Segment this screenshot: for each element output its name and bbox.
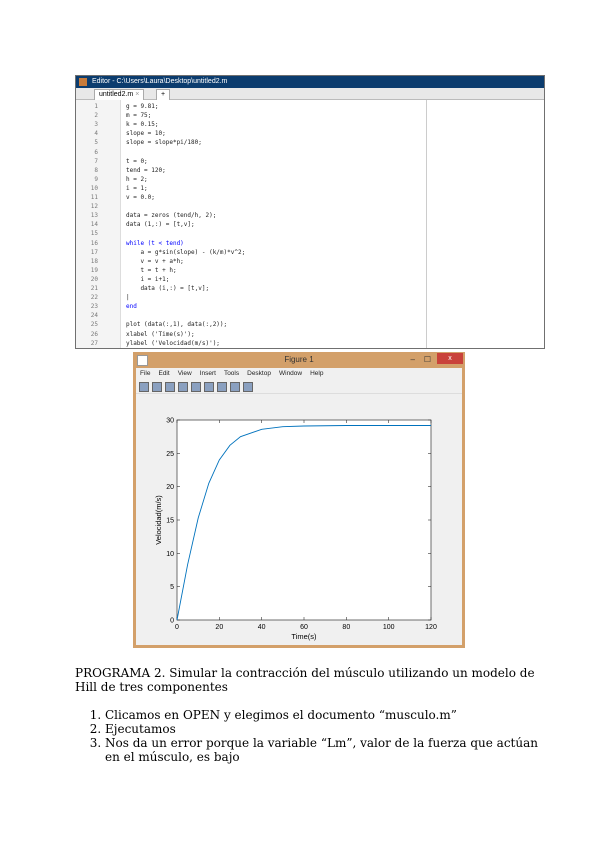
document-text: PROGRAMA 2. Simular la contracción del m… [75, 666, 545, 764]
line-number: 21 [90, 285, 98, 292]
steps-list: Clicamos en OPEN y elegimos el documento… [75, 708, 545, 764]
code-line: xlabel ('Time(s)'); [126, 330, 195, 338]
code-line: a = g*sin(slope) - (k/m)*v^2; [126, 248, 246, 256]
editor-icon [79, 78, 87, 86]
code-line: t = 0; [126, 157, 148, 165]
x-tick-label: 20 [215, 624, 223, 631]
figure-title: Figure 1 [284, 355, 314, 364]
line-number: 14 [90, 221, 98, 229]
code-line: h = 2; [126, 175, 148, 183]
code-area[interactable]: 1 g = 9.81; 2 m = 75; 3 k = 0.15; 4 slope = 10;… [76, 100, 544, 348]
line-number: 17 [90, 248, 98, 256]
code-line: g = 9.81; [126, 103, 159, 110]
code-line: tend = 120; [126, 166, 166, 174]
x-tick-label: 100 [383, 624, 395, 631]
document-page: Editor - C:\Users\Laura\Desktop\untitled… [0, 0, 600, 848]
line-number: 12 [90, 203, 98, 211]
tab-label: untitled2.m [99, 91, 134, 98]
line-number: 4 [94, 130, 98, 138]
list-item: Nos da un error porque la variable “Lm”,… [105, 736, 545, 764]
code-line: slope = 10; [126, 130, 166, 138]
code-line: data = zeros (tend/h, 2); [126, 212, 217, 220]
close-icon[interactable]: × [135, 91, 139, 98]
pane-divider [426, 100, 427, 348]
new-tab-button[interactable]: + [156, 89, 171, 100]
code-line: slope = slope*pi/180; [126, 139, 202, 147]
line-number: 22 [90, 294, 98, 302]
x-tick-label: 0 [175, 624, 179, 631]
editor-title: Editor - C:\Users\Laura\Desktop\untitled… [92, 78, 228, 85]
line-number: 13 [90, 212, 98, 220]
code-line: v = 0.0; [126, 194, 155, 201]
figure-content: File Edit View Insert Tools Desktop Window Help… [136, 368, 462, 645]
y-tick-label: 15 [166, 518, 174, 525]
line-number: 26 [90, 330, 98, 338]
code-line: data (i,:) = [t,v]; [126, 285, 210, 292]
line-number: 9 [94, 175, 98, 183]
line-number: 2 [94, 112, 98, 120]
line-number: 11 [90, 194, 98, 201]
line-number: 7 [94, 157, 98, 165]
code-line: i = 1; [126, 184, 148, 192]
code-line: m = 75; [126, 112, 152, 120]
matlab-editor-screenshot: Editor - C:\Users\Laura\Desktop\untitled… [75, 75, 545, 349]
maximize-button[interactable]: ☐ [424, 352, 431, 368]
tab-untitled2[interactable]: untitled2.m × [94, 89, 145, 100]
close-button[interactable]: x [437, 353, 463, 364]
line-number: 6 [94, 148, 98, 156]
velocity-plot: 0 20 40 60 80 100 120 0 5 10 15 20 25 30 Time(s) Veloci… [154, 418, 437, 642]
line-number: 15 [90, 230, 98, 238]
line-number: 25 [90, 321, 98, 329]
section-heading: PROGRAMA 2. Simular la contracción del m… [75, 666, 535, 694]
list-item: Clicamos en OPEN y elegimos el documento… [105, 708, 545, 722]
y-tick-label: 10 [166, 551, 174, 558]
line-number: 24 [90, 312, 98, 320]
line-number: 1 [94, 103, 98, 110]
code-line: ylabel ('Velocidad(m/s)'); [126, 339, 220, 347]
figure-title-bar: Figure 1 – ☐ x [133, 352, 465, 368]
x-tick-label: 120 [425, 624, 437, 631]
x-tick-label: 80 [342, 624, 350, 631]
figure-icon [137, 355, 148, 366]
code-line: end [126, 303, 137, 311]
code-line: v = v + a*h; [126, 257, 184, 265]
line-number: 8 [94, 166, 98, 174]
y-axis-label: Velocidad(m/s) [154, 495, 163, 545]
y-tick-label: 20 [166, 484, 174, 491]
matlab-figure-window: Figure 1 – ☐ x File Edit View Insert Tools De… [133, 352, 465, 648]
code-line: | [126, 294, 130, 302]
y-tick-label: 30 [166, 418, 174, 425]
line-number: 20 [90, 275, 98, 283]
code-line: plot (data(:,1), data(:,2)); [126, 321, 228, 329]
y-tick-label: 25 [166, 451, 174, 458]
line-number: 10 [90, 184, 98, 192]
code-line: data (1,:) = [t,v]; [126, 221, 195, 229]
editor-tabs: untitled2.m × + [76, 88, 544, 100]
x-tick-label: 40 [258, 624, 266, 631]
minimize-button[interactable]: – [411, 352, 415, 368]
x-axis-label: Time(s) [291, 632, 317, 641]
x-tick-label: 60 [300, 624, 308, 631]
list-item: Ejecutamos [105, 722, 545, 736]
line-number: 19 [90, 266, 98, 274]
y-tick-label: 0 [170, 618, 174, 625]
code-line: k = 0.15; [126, 121, 159, 129]
code-line: i = i+1; [126, 275, 170, 283]
editor-title-bar: Editor - C:\Users\Laura\Desktop\untitled… [76, 76, 544, 88]
code-line: t = t + h; [126, 266, 177, 274]
line-number: 16 [90, 239, 98, 247]
code-line: while (t < tend) [126, 239, 184, 247]
line-number: 3 [94, 121, 98, 129]
line-number: 23 [90, 303, 98, 311]
line-number: 5 [94, 139, 98, 147]
plot-axes [176, 419, 432, 621]
y-tick-label: 5 [170, 584, 174, 591]
line-number: 18 [90, 257, 98, 265]
line-number: 27 [90, 339, 98, 347]
